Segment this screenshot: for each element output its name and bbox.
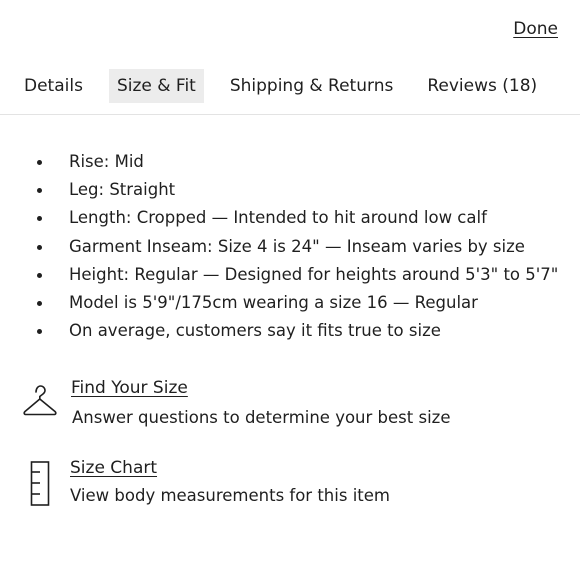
tab-shipping-returns[interactable]: Shipping & Returns — [222, 69, 402, 103]
bullet-icon — [37, 329, 42, 335]
size-chart-description: View body measurements for this item — [70, 486, 390, 505]
fit-detail-text: Rise: Mid — [69, 152, 144, 171]
list-item: Model is 5'9"/175cm wearing a size 16 — … — [0, 289, 558, 317]
tab-reviews[interactable]: Reviews (18) — [419, 69, 545, 103]
list-item: Garment Inseam: Size 4 is 24" — Inseam v… — [0, 233, 558, 261]
bullet-icon — [37, 188, 42, 194]
tab-size-fit[interactable]: Size & Fit — [108, 69, 204, 103]
bullet-icon — [37, 300, 42, 306]
fit-detail-text: Model is 5'9"/175cm wearing a size 16 — … — [69, 292, 478, 312]
tab-divider — [0, 114, 580, 115]
bullet-icon — [37, 160, 42, 165]
bullet-icon — [37, 272, 42, 278]
fit-detail-text: Leg: Straight — [69, 180, 176, 200]
fit-detail-text: Garment Inseam: Size 4 is 24" — Inseam v… — [69, 236, 525, 256]
fit-detail-text: Length: Cropped — Intended to hit around… — [69, 208, 487, 228]
fit-detail-text: On average, customers say it fits true t… — [69, 321, 441, 341]
list-item: Length: Cropped — Intended to hit around… — [0, 204, 558, 232]
tab-details[interactable]: Details — [16, 69, 91, 103]
done-button[interactable]: Done — [513, 19, 558, 39]
list-item: Leg: Straight — [0, 176, 558, 204]
find-your-size-link[interactable]: Find Your Size — [71, 378, 188, 398]
find-your-size-description: Answer questions to determine your best … — [72, 408, 451, 427]
ruler-icon — [29, 461, 53, 511]
size-chart-section: Size Chart View body measurements for th… — [22, 458, 542, 518]
bullet-icon — [37, 216, 42, 222]
size-fit-panel: Done Details Size & Fit Shipping & Retur… — [0, 0, 580, 580]
size-chart-link[interactable]: Size Chart — [70, 458, 157, 478]
tab-bar: Details Size & Fit Shipping & Returns Re… — [16, 69, 545, 103]
list-item: Rise: Mid — [0, 148, 558, 176]
bullet-icon — [37, 244, 42, 250]
list-item: On average, customers say it fits true t… — [0, 317, 558, 345]
fit-detail-text: Height: Regular — Designed for heights a… — [69, 264, 559, 284]
find-your-size-section: Find Your Size Answer questions to deter… — [22, 378, 542, 438]
list-item: Height: Regular — Designed for heights a… — [0, 261, 558, 289]
fit-details-list: Rise: Mid Leg: Straight Length: Cropped … — [0, 148, 558, 345]
hanger-icon — [22, 384, 58, 422]
